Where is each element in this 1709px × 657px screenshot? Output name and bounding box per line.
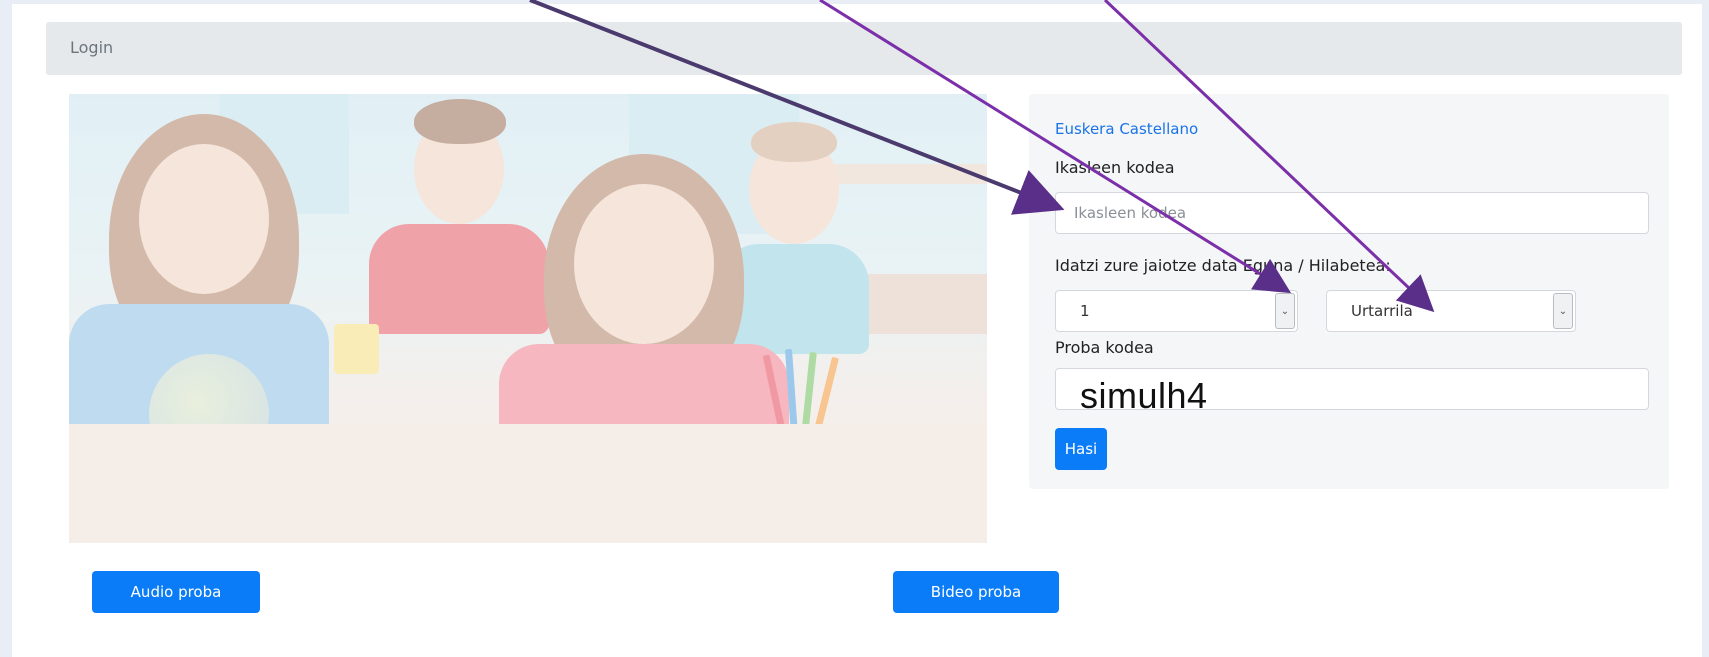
student-code-placeholder: Ikasleen kodea	[1074, 204, 1187, 222]
test-code-label: Proba kodea	[1055, 338, 1154, 357]
hero-image	[69, 94, 987, 543]
breadcrumb: Login	[46, 22, 1682, 75]
day-select-value: 1	[1080, 302, 1090, 320]
audio-test-button[interactable]: Audio proba	[92, 571, 260, 613]
lang-euskera-link[interactable]: Euskera	[1055, 120, 1115, 138]
chevron-down-icon: ⌄	[1553, 293, 1573, 329]
breadcrumb-label: Login	[70, 38, 114, 57]
chevron-down-icon: ⌄	[1275, 293, 1295, 329]
language-switcher: Euskera Castellano	[1055, 120, 1198, 138]
birth-date-label: Idatzi zure jaiotze data Eguna / Hilabet…	[1055, 256, 1391, 275]
month-select[interactable]: Urtarrila ⌄	[1326, 290, 1576, 332]
day-select[interactable]: 1 ⌄	[1055, 290, 1298, 332]
login-panel: Euskera Castellano Ikasleen kodea Ikasle…	[1029, 94, 1669, 489]
test-code-value: simulh4	[1080, 375, 1208, 416]
lang-castellano-link[interactable]: Castellano	[1119, 120, 1198, 138]
video-test-button[interactable]: Bideo proba	[893, 571, 1059, 613]
start-button[interactable]: Hasi	[1055, 428, 1107, 470]
student-code-input[interactable]: Ikasleen kodea	[1055, 192, 1649, 234]
student-code-label: Ikasleen kodea	[1055, 158, 1175, 177]
month-select-value: Urtarrila	[1351, 302, 1413, 320]
